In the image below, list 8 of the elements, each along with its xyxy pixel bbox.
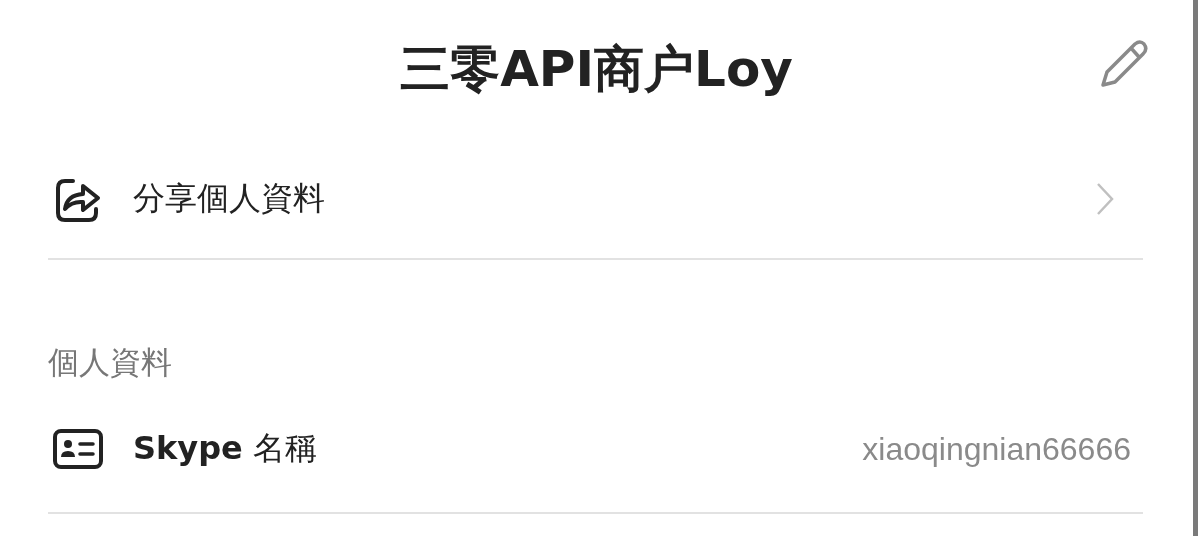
section-heading: 個人資料: [48, 343, 173, 382]
contact-card-icon: [53, 429, 103, 469]
field-label: Skype 名稱: [133, 428, 318, 469]
chevron-right-icon: [1095, 181, 1115, 217]
profile-title: 三零API商户Loy: [400, 38, 793, 100]
share-profile-row[interactable]: 分享個人資料: [48, 140, 1143, 260]
field-value: xiaoqingnian66666: [862, 430, 1131, 468]
share-profile-label: 分享個人資料: [133, 178, 326, 219]
